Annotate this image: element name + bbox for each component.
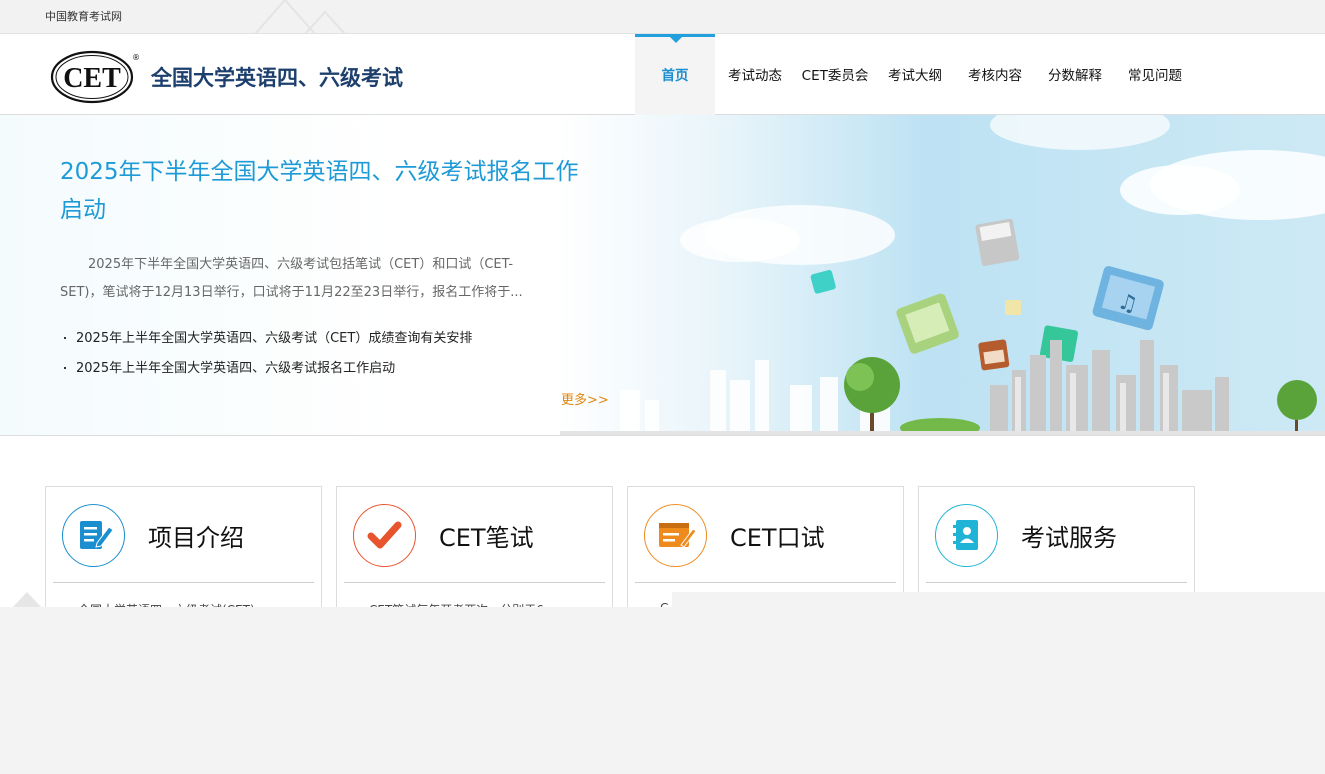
headline[interactable]: 2025年下半年全国大学英语四、六级考试报名工作启动 (60, 153, 580, 229)
nav-content[interactable]: 考核内容 (955, 34, 1035, 115)
card-project-intro[interactable]: 项目介绍 全国大学英语四、六级考试(CET) (45, 486, 322, 617)
cet-logo[interactable]: CET ® (50, 50, 140, 108)
site-header: CET ® 全国大学英语四、六级考试 首页 考试动态 CET委员会 考试大纲 考… (0, 34, 1325, 115)
site-title: 全国大学英语四、六级考试 (151, 66, 403, 90)
card-title: 项目介绍 (148, 524, 244, 552)
triangle-decoration (12, 592, 42, 608)
news-banner: ♫ 2025年下半年全国大学英语四、六级考试报名工作启动 2025年下半年全国大… (0, 115, 1325, 436)
document-pen-icon (62, 504, 125, 567)
card-title: CET口试 (730, 524, 825, 552)
svg-text:®: ® (132, 53, 140, 62)
check-icon (353, 504, 416, 567)
card-divider (635, 582, 896, 583)
card-divider (53, 582, 314, 583)
nav-exam-news[interactable]: 考试动态 (715, 34, 795, 115)
card-divider (926, 582, 1187, 583)
card-cet-written[interactable]: CET笔试 CET笔试每年开考两次，分别于6 (336, 486, 613, 617)
neea-site-link[interactable]: 中国教育考试网 (45, 8, 122, 24)
news-item[interactable]: 2025年上半年全国大学英语四、六级考试报名工作启动 (62, 355, 472, 385)
more-link[interactable]: 更多>> (561, 389, 609, 408)
contact-book-icon (935, 504, 998, 567)
nav-syllabus[interactable]: 考试大纲 (875, 34, 955, 115)
nav-cet-committee[interactable]: CET委员会 (795, 34, 875, 115)
page: 中国教育考试网 CET ® 全国大学英语四、六级考试 首页 考试动态 CET委员… (0, 0, 1325, 774)
nav-faq[interactable]: 常见问题 (1115, 34, 1195, 115)
news-item[interactable]: 2025年上半年全国大学英语四、六级考试（CET）成绩查询有关安排 (62, 325, 472, 355)
card-title: CET笔试 (439, 524, 534, 552)
mountain-decoration (254, 0, 346, 34)
svg-text:CET: CET (63, 63, 121, 94)
card-title: 考试服务 (1021, 524, 1117, 552)
city-cubes-illustration: ♫ (560, 115, 1325, 435)
top-bar: 中国教育考试网 (0, 0, 1325, 34)
main-nav: 首页 考试动态 CET委员会 考试大纲 考核内容 分数解释 常见问题 (635, 34, 1195, 115)
screen-pen-icon (644, 504, 707, 567)
news-list: 2025年上半年全国大学英语四、六级考试（CET）成绩查询有关安排 2025年上… (62, 325, 472, 385)
loading-overlay (0, 607, 1325, 774)
nav-home[interactable]: 首页 (635, 34, 715, 115)
card-divider (344, 582, 605, 583)
headline-summary: 2025年下半年全国大学英语四、六级考试包括笔试（CET）和口试（CET-SET… (60, 257, 523, 300)
nav-score-explanation[interactable]: 分数解释 (1035, 34, 1115, 115)
